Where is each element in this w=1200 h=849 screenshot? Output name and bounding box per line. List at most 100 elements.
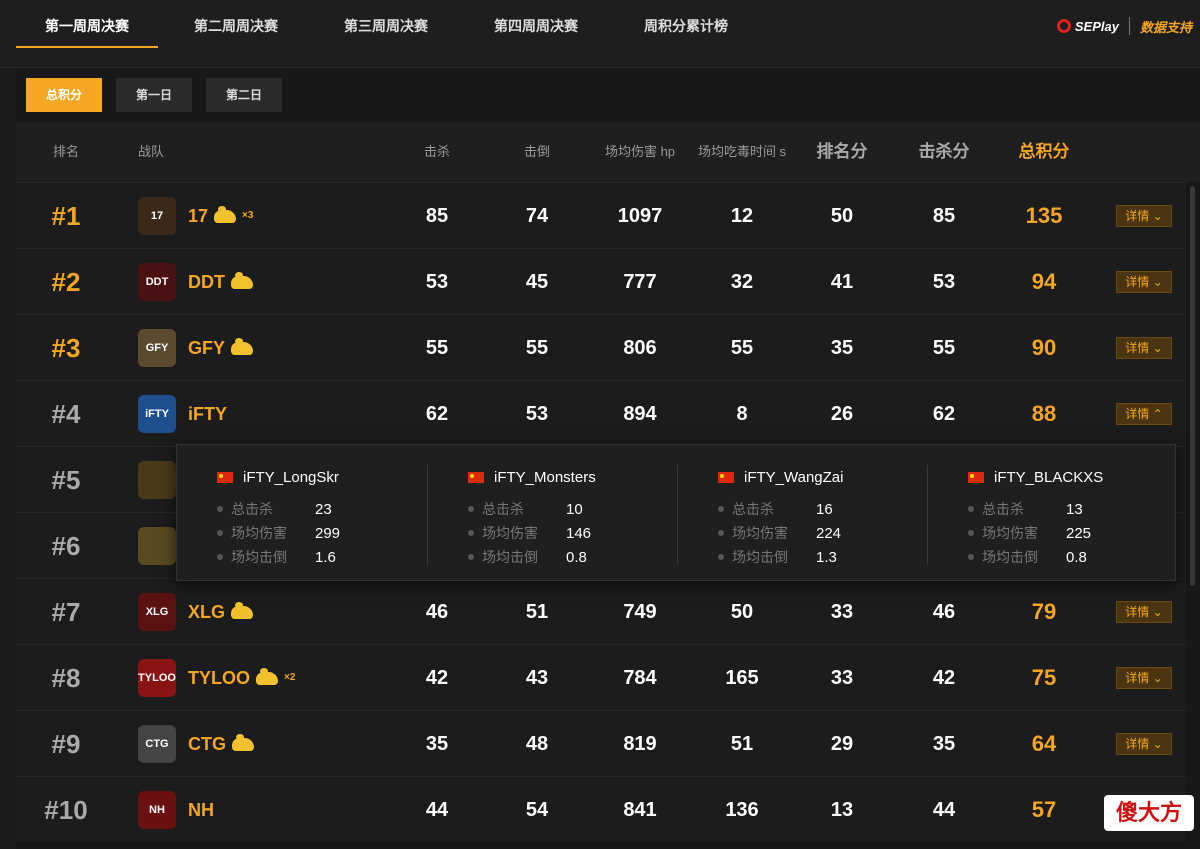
detail-button[interactable]: 详情 ⌄: [1116, 667, 1172, 689]
team-name-text: DDT: [188, 272, 225, 292]
chicken-multiplier: ×3: [242, 210, 254, 221]
detail-button[interactable]: 详情 ⌄: [1116, 601, 1172, 623]
tab-week-4[interactable]: 第四周周决赛: [468, 14, 604, 48]
tab-week-1[interactable]: 第一周周决赛: [16, 14, 158, 48]
team-name: TYLOO ×2: [188, 645, 295, 711]
tab-day-2[interactable]: 第二日: [206, 78, 282, 112]
day-tabs: 总积分 第一日 第二日: [26, 78, 282, 112]
cell-knocks: 48: [525, 733, 549, 755]
cell-damage: 749: [623, 601, 657, 623]
player-card: iFTY_Monsters 总击杀 10 场均伤害 146 场均击倒 0.8: [427, 465, 667, 566]
col-damage: 场均伤害 hp: [604, 144, 676, 159]
detail-button[interactable]: 详情 ⌄: [1116, 733, 1172, 755]
team-name-text: TYLOO: [188, 668, 250, 688]
cell-total-points: 79: [1031, 599, 1057, 624]
stat-value: 13: [1066, 500, 1083, 518]
team-name-text: 17: [188, 206, 209, 226]
cell-kill-points: 46: [932, 601, 956, 623]
team-logo: GFY: [138, 329, 176, 367]
cell-poison: 55: [730, 337, 754, 359]
team-name: iFTY: [188, 381, 227, 447]
stat-label: 场均伤害: [982, 525, 1038, 541]
bullet-icon: [217, 554, 223, 560]
scrollbar[interactable]: [1190, 186, 1195, 586]
rank-label: #8: [51, 663, 81, 693]
stat-label: 总击杀: [732, 501, 774, 517]
chicken-dinner-icon: [231, 337, 254, 355]
detail-label: 详情: [1125, 671, 1150, 685]
stat-value: 16: [816, 500, 833, 518]
rank-label: #10: [44, 795, 88, 825]
bullet-icon: [468, 530, 474, 536]
cell-total-points: 57: [1031, 797, 1057, 822]
bullet-icon: [217, 506, 223, 512]
cell-knocks: 45: [525, 271, 549, 293]
cell-damage: 894: [623, 403, 657, 425]
cell-place-points: 13: [830, 799, 854, 821]
bullet-icon: [718, 554, 724, 560]
player-stat: 总击杀 23: [217, 499, 332, 519]
china-flag-icon: [468, 472, 484, 483]
detail-button[interactable]: 详情 ⌄: [1116, 337, 1172, 359]
player-stat: 场均击倒 1.6: [217, 547, 336, 567]
cell-kill-points: 44: [932, 799, 956, 821]
stat-label: 总击杀: [231, 501, 273, 517]
col-knocks: 击倒: [523, 144, 550, 159]
chevron-down-icon: ⌄: [1149, 605, 1163, 619]
cell-kill-points: 62: [932, 403, 956, 425]
top-nav: 第一周周决赛 第二周周决赛 第三周周决赛 第四周周决赛 周积分累计榜 SEPla…: [0, 0, 1200, 68]
china-flag-icon: [718, 472, 734, 483]
table-row: #9 CTG CTG 35 48 819 51 29 35 64 详情 ⌄: [16, 710, 1186, 776]
table-row: #2 DDT DDT 53 45 777 32 41 53 94 详情 ⌄: [16, 248, 1186, 314]
stat-value: 146: [566, 524, 592, 542]
team-name-text: iFTY: [188, 404, 227, 424]
detail-label: 详情: [1125, 341, 1150, 355]
team-name-text: NH: [188, 800, 214, 820]
detail-button[interactable]: 详情 ⌄: [1116, 205, 1172, 227]
tab-total[interactable]: 总积分: [26, 78, 102, 112]
detail-button[interactable]: 详情 ⌃: [1116, 403, 1172, 425]
chicken-dinner-icon: [256, 667, 278, 685]
tab-week-2[interactable]: 第二周周决赛: [168, 14, 304, 48]
team-logo: CTG: [138, 725, 176, 763]
cell-place-points: 33: [830, 601, 854, 623]
team-logo: TYLOO: [138, 659, 176, 697]
player-name: iFTY_LongSkr: [217, 469, 339, 486]
stat-label: 场均击倒: [231, 549, 287, 565]
stat-value: 299: [315, 524, 341, 542]
cell-kills: 42: [425, 667, 449, 689]
col-kills: 击杀: [423, 144, 450, 159]
player-name-text: iFTY_Monsters: [494, 469, 596, 486]
cell-total-points: 64: [1031, 731, 1057, 756]
table-header: 排名 战队 击杀 击倒 场均伤害 hp 场均吃毒时间 s 排名分 击杀分 总积分: [16, 122, 1200, 182]
rank-label: #9: [51, 729, 81, 759]
detail-label: 详情: [1125, 407, 1150, 421]
detail-label: 详情: [1125, 737, 1150, 751]
chicken-dinner-icon: [231, 271, 253, 289]
stat-value: 0.8: [566, 548, 587, 566]
col-rank: 排名: [52, 144, 79, 159]
team-name-text: GFY: [188, 338, 226, 358]
chevron-down-icon: ⌄: [1149, 671, 1163, 685]
cell-kill-points: 55: [932, 337, 956, 359]
team-logo: [138, 461, 176, 499]
tab-week-3[interactable]: 第三周周决赛: [318, 14, 454, 48]
leaderboard-panel: 总积分 第一日 第二日 排名 战队 击杀 击倒 场均伤害 hp 场均吃毒时间 s…: [16, 68, 1200, 849]
chevron-up-icon: ⌃: [1149, 407, 1163, 421]
stat-value: 23: [315, 500, 332, 518]
bullet-icon: [468, 506, 474, 512]
team-name-text: CTG: [188, 734, 226, 754]
col-kill-points: 击杀分: [918, 142, 970, 161]
chicken-multiplier: ×2: [284, 672, 296, 683]
stat-label: 场均击倒: [482, 549, 538, 565]
col-total-points: 总积分: [1018, 142, 1070, 161]
player-stat: 场均伤害 146: [468, 523, 591, 543]
team-name: NH: [188, 777, 214, 843]
tab-cumulative[interactable]: 周积分累计榜: [618, 14, 754, 48]
cell-total-points: 88: [1031, 401, 1057, 426]
tab-day-1[interactable]: 第一日: [116, 78, 192, 112]
cell-total-points: 94: [1031, 269, 1057, 294]
stat-value: 225: [1066, 524, 1092, 542]
detail-button[interactable]: 详情 ⌄: [1116, 271, 1172, 293]
cell-kills: 46: [425, 601, 449, 623]
